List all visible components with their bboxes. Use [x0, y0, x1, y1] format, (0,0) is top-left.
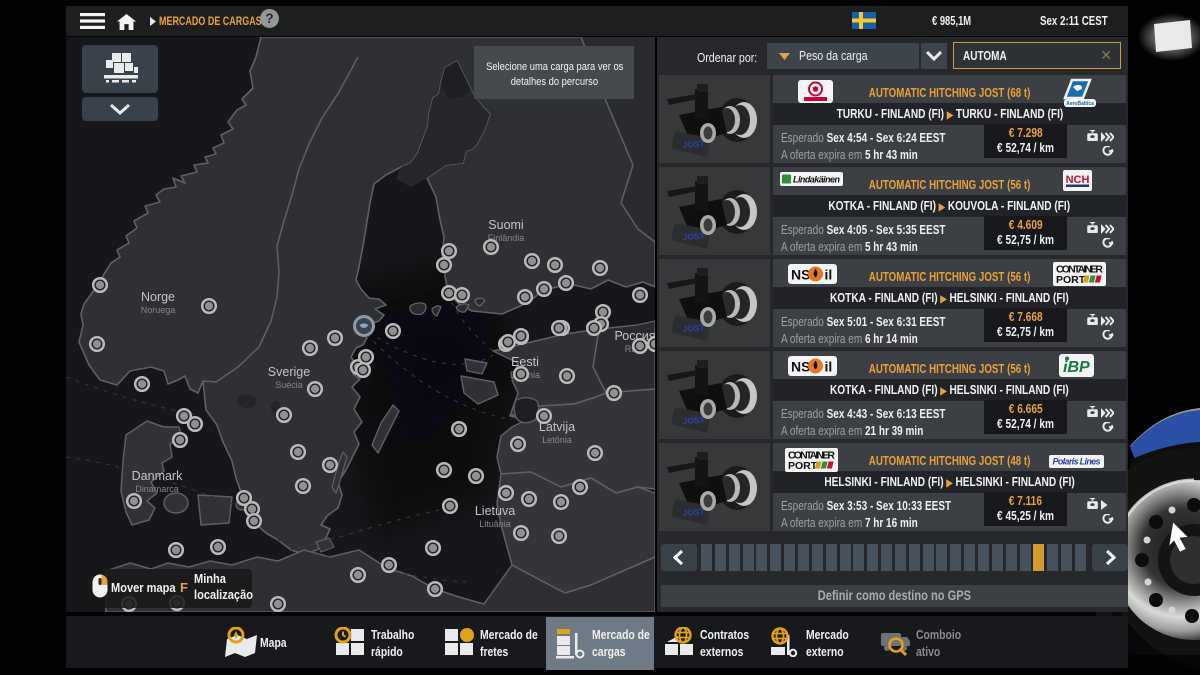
svg-text:il: il	[825, 267, 833, 283]
svg-text:Norge: Norge	[141, 290, 175, 304]
svg-text:Danmark: Danmark	[132, 469, 183, 483]
svg-text:Suécia: Suécia	[275, 380, 303, 390]
svg-text:Polaris Lines: Polaris Lines	[1053, 457, 1101, 467]
svg-text:Suomi: Suomi	[488, 218, 523, 232]
svg-text:Dinamarca: Dinamarca	[135, 484, 179, 494]
svg-text:Lituânia: Lituânia	[479, 519, 511, 529]
svg-text:PORT: PORT	[1056, 274, 1086, 286]
svg-text:Noruega: Noruega	[141, 305, 176, 315]
svg-text:PORT: PORT	[788, 460, 818, 472]
svg-text:il: il	[825, 359, 833, 375]
svg-text:iBP: iBP	[1063, 359, 1090, 376]
svg-text:NS: NS	[791, 359, 810, 375]
svg-text:Letônia: Letônia	[542, 435, 572, 445]
svg-text:NCH: NCH	[1066, 174, 1090, 186]
svg-text:NS: NS	[791, 267, 810, 283]
svg-text:Sverige: Sverige	[268, 365, 310, 379]
svg-text:Eesti: Eesti	[511, 355, 539, 369]
svg-text:Lietuva: Lietuva	[475, 504, 515, 518]
svg-text:Lindakäinen: Lindakäinen	[793, 175, 841, 185]
svg-text:AeroBaltica: AeroBaltica	[1066, 101, 1094, 107]
